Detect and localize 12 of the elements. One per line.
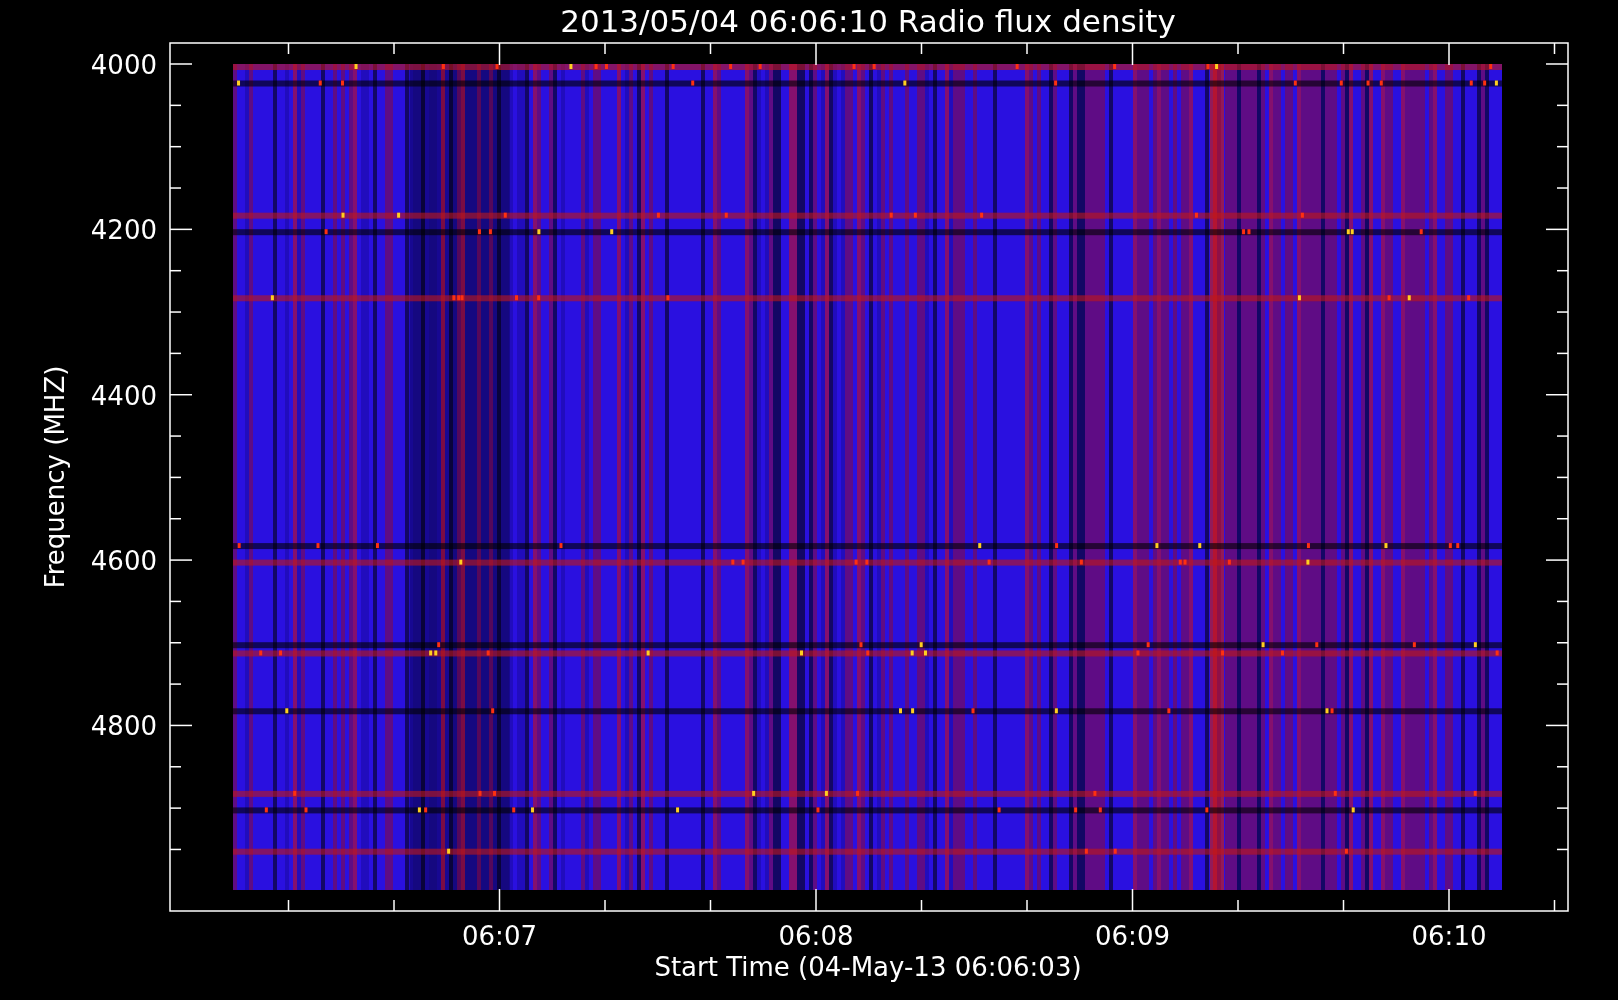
axis-tick-label: 4800 bbox=[90, 711, 157, 742]
axis-tick-label: 06:07 bbox=[462, 921, 537, 951]
axis-tick-label: 4600 bbox=[90, 546, 157, 577]
chart-title: 2013/05/04 06:06:10 Radio flux density bbox=[560, 3, 1176, 39]
axis-tick-label: 4200 bbox=[90, 215, 157, 246]
axis-tick-label: 06:09 bbox=[1095, 921, 1170, 951]
axis-tick-label: 4400 bbox=[90, 380, 157, 411]
axis-tick-label: 06:08 bbox=[778, 921, 854, 951]
axis-tick-label: 06:10 bbox=[1411, 921, 1487, 951]
axis-label: Start Time (04-May-13 06:06:03) bbox=[654, 952, 1082, 982]
axis-label: Frequency (MHZ) bbox=[40, 365, 70, 589]
axis-tick-label: 4000 bbox=[90, 50, 157, 80]
